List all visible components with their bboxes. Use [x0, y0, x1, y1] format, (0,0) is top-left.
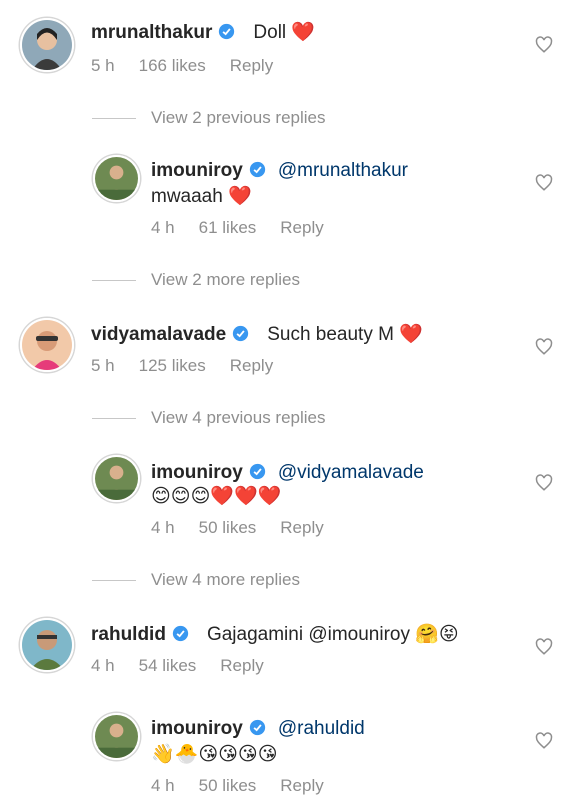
thread-divider — [92, 418, 136, 419]
reply-button[interactable]: Reply — [220, 656, 263, 675]
username[interactable]: vidyamalavade — [91, 324, 226, 345]
avatar-mrunalthakur[interactable] — [20, 18, 74, 72]
reply-time: 4 h — [151, 218, 175, 237]
thread-divider — [92, 580, 136, 581]
thread-link-label[interactable]: View 2 more replies — [151, 268, 300, 292]
comment-mrunalthakur: mrunalthakur Doll ❤️ 5 h 166 likes Reply — [0, 0, 581, 90]
comment-vidyamalavade: vidyamalavade Such beauty M ❤️ 5 h 125 lik… — [0, 300, 581, 390]
comment-meta: 5 h 125 likes Reply — [91, 356, 297, 376]
verified-badge-icon — [172, 625, 189, 642]
avatar-imouniroy[interactable] — [93, 455, 140, 502]
reply-likes[interactable]: 50 likes — [199, 776, 257, 795]
reply-line-1: imouniroy @vidyamalavade — [151, 460, 581, 486]
reply-button[interactable]: Reply — [230, 56, 273, 75]
avatar-rahuldid[interactable] — [20, 618, 74, 672]
reply-text: 👋🐣😘😘😘😘 — [151, 744, 278, 765]
username[interactable]: mrunalthakur — [91, 22, 212, 43]
heart-outline-icon[interactable] — [535, 638, 553, 656]
reply-time: 4 h — [151, 518, 175, 537]
comment-text: Doll ❤️ — [253, 22, 316, 43]
mention-link[interactable]: @mrunalthakur — [278, 160, 408, 181]
reply-button[interactable]: Reply — [280, 518, 323, 537]
mention-link[interactable]: @rahuldid — [278, 718, 365, 739]
comment-time: 4 h — [91, 656, 115, 675]
reply-imouniroy-2: imouniroy @vidyamalavade 😊😊😊❤️❤️❤️ 4 h 50 … — [0, 450, 581, 550]
reply-time: 4 h — [151, 776, 175, 795]
view-more-replies[interactable]: View 2 more replies — [0, 268, 581, 292]
verified-badge-icon — [249, 719, 265, 736]
reply-imouniroy-3: imouniroy @rahuldid 👋🐣😘😘😘😘 4 h 50 likes Rep… — [0, 708, 581, 800]
username[interactable]: imouniroy — [151, 718, 243, 739]
comment-line: rahuldid Gajagamini @imouniroy 🤗😝 — [91, 622, 581, 648]
view-more-replies[interactable]: View 4 more replies — [0, 568, 581, 592]
reply-text: mwaaah ❤️ — [151, 186, 252, 207]
heart-outline-icon[interactable] — [535, 36, 553, 54]
comment-text: Gajagamini @imouniroy 🤗😝 — [206, 624, 459, 645]
comment-meta: 4 h 54 likes Reply — [91, 656, 288, 676]
reply-line-1: imouniroy @mrunalthakur — [151, 158, 581, 184]
reply-imouniroy-1: imouniroy @mrunalthakur mwaaah ❤️ 4 h 61 l… — [0, 150, 581, 250]
comment-meta: 5 h 166 likes Reply — [91, 56, 297, 76]
comment-likes[interactable]: 125 likes — [139, 356, 206, 375]
reply-meta: 4 h 50 likes Reply — [151, 518, 348, 538]
reply-button[interactable]: Reply — [280, 218, 323, 237]
username[interactable]: rahuldid — [91, 624, 166, 645]
thread-link-label[interactable]: View 4 previous replies — [151, 406, 326, 430]
comment-likes[interactable]: 54 likes — [139, 656, 197, 675]
comment-text: Such beauty M ❤️ — [267, 324, 423, 345]
comment-line: mrunalthakur Doll ❤️ — [91, 20, 581, 46]
reply-button[interactable]: Reply — [230, 356, 273, 375]
thread-link-label[interactable]: View 2 previous replies — [151, 106, 326, 130]
reply-line-1: imouniroy @rahuldid — [151, 716, 581, 742]
comment-time: 5 h — [91, 356, 115, 375]
thread-divider — [92, 118, 136, 119]
verified-badge-icon — [233, 325, 249, 342]
reply-likes[interactable]: 61 likes — [199, 218, 257, 237]
username[interactable]: imouniroy — [151, 462, 243, 483]
avatar-imouniroy[interactable] — [93, 713, 140, 760]
comment-rahuldid: rahuldid Gajagamini @imouniroy 🤗😝 4 h 54 l… — [0, 600, 581, 690]
reply-meta: 4 h 61 likes Reply — [151, 218, 348, 238]
comment-likes[interactable]: 166 likes — [139, 56, 206, 75]
reply-text: 😊😊😊❤️❤️❤️ — [151, 486, 282, 507]
heart-outline-icon[interactable] — [535, 732, 553, 750]
heart-outline-icon[interactable] — [535, 338, 553, 356]
verified-badge-icon — [219, 23, 235, 40]
avatar-vidyamalavade[interactable] — [20, 318, 74, 372]
verified-badge-icon — [249, 161, 265, 178]
thread-divider — [92, 280, 136, 281]
reply-likes[interactable]: 50 likes — [199, 518, 257, 537]
view-previous-replies[interactable]: View 2 previous replies — [0, 106, 581, 130]
view-previous-replies[interactable]: View 4 previous replies — [0, 406, 581, 430]
heart-outline-icon[interactable] — [535, 474, 553, 492]
comment-time: 5 h — [91, 56, 115, 75]
mention-link[interactable]: @vidyamalavade — [278, 462, 424, 483]
avatar-imouniroy[interactable] — [93, 155, 140, 202]
username[interactable]: imouniroy — [151, 160, 243, 181]
comment-line: vidyamalavade Such beauty M ❤️ — [91, 322, 581, 348]
reply-meta: 4 h 50 likes Reply — [151, 776, 348, 796]
heart-outline-icon[interactable] — [535, 174, 553, 192]
thread-link-label[interactable]: View 4 more replies — [151, 568, 300, 592]
verified-badge-icon — [249, 463, 265, 480]
reply-button[interactable]: Reply — [280, 776, 323, 795]
